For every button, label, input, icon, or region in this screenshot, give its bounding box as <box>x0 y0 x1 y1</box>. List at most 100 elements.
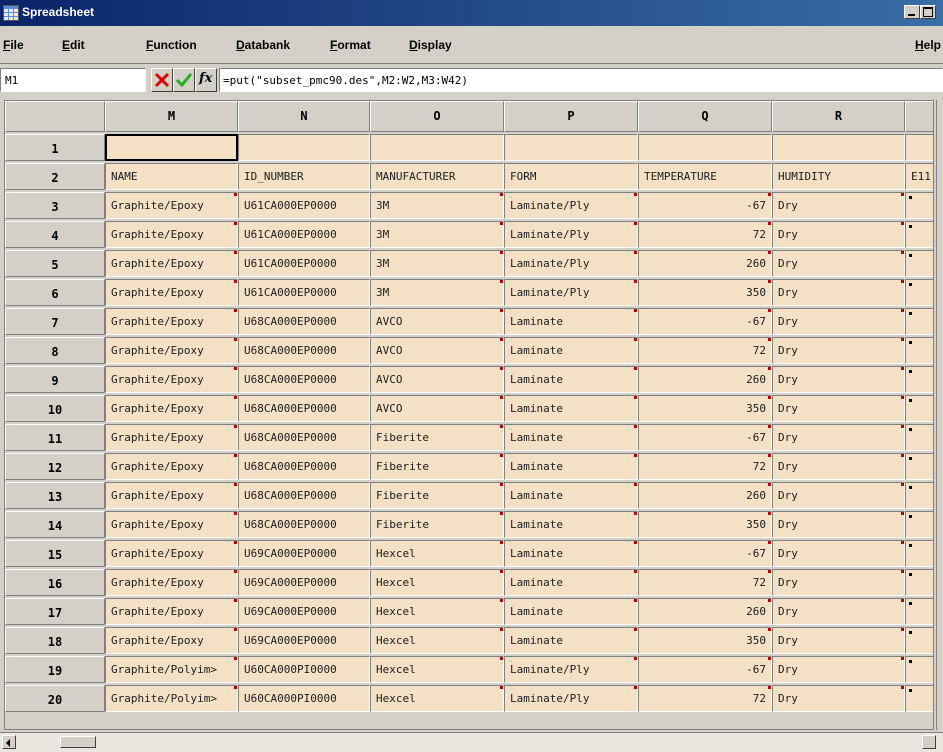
vertical-scrollbar[interactable] <box>936 100 943 730</box>
cell-m13[interactable]: Graphite/Epoxy <box>105 482 238 509</box>
row-header-6[interactable]: 6 <box>5 279 105 306</box>
column-header-n[interactable]: N <box>238 101 370 132</box>
row-header-18[interactable]: 18 <box>5 627 105 654</box>
cell-o4[interactable]: 3M <box>370 221 504 248</box>
cell-m8[interactable]: Graphite/Epoxy <box>105 337 238 364</box>
cell-m17[interactable]: Graphite/Epoxy <box>105 598 238 625</box>
cell-m7[interactable]: Graphite/Epoxy <box>105 308 238 335</box>
cell-p7[interactable]: Laminate <box>504 308 638 335</box>
row-header-20[interactable]: 20 <box>5 685 105 712</box>
row-header-9[interactable]: 9 <box>5 366 105 393</box>
cell-partial-4[interactable] <box>905 221 933 248</box>
cell-n16[interactable]: U69CA000EP0000 <box>238 569 370 596</box>
cell-p11[interactable]: Laminate <box>504 424 638 451</box>
cell-m1[interactable] <box>105 134 238 161</box>
cell-o1[interactable] <box>370 134 504 161</box>
row-header-16[interactable]: 16 <box>5 569 105 596</box>
cell-partial-18[interactable] <box>905 627 933 654</box>
cell-r16[interactable]: Dry <box>772 569 905 596</box>
cell-p2[interactable]: FORM <box>504 163 638 190</box>
cell-m2[interactable]: NAME <box>105 163 238 190</box>
cell-q3[interactable]: -67 <box>638 192 772 219</box>
cell-partial-19[interactable] <box>905 656 933 683</box>
cell-o9[interactable]: AVCO <box>370 366 504 393</box>
cell-r5[interactable]: Dry <box>772 250 905 277</box>
cell-o18[interactable]: Hexcel <box>370 627 504 654</box>
cell-partial-8[interactable] <box>905 337 933 364</box>
cell-r19[interactable]: Dry <box>772 656 905 683</box>
cell-n15[interactable]: U69CA000EP0000 <box>238 540 370 567</box>
cell-r6[interactable]: Dry <box>772 279 905 306</box>
cell-n20[interactable]: U60CA000PI0000 <box>238 685 370 712</box>
cell-r11[interactable]: Dry <box>772 424 905 451</box>
scroll-left-arrow-icon[interactable] <box>2 735 16 749</box>
cell-o17[interactable]: Hexcel <box>370 598 504 625</box>
cell-m16[interactable]: Graphite/Epoxy <box>105 569 238 596</box>
scroll-thumb[interactable] <box>60 736 96 748</box>
cell-q18[interactable]: 350 <box>638 627 772 654</box>
cell-q14[interactable]: 350 <box>638 511 772 538</box>
cell-n11[interactable]: U68CA000EP0000 <box>238 424 370 451</box>
row-header-1[interactable]: 1 <box>5 134 105 161</box>
cell-m9[interactable]: Graphite/Epoxy <box>105 366 238 393</box>
cell-r14[interactable]: Dry <box>772 511 905 538</box>
column-header-q[interactable]: Q <box>638 101 772 132</box>
column-header-r[interactable]: R <box>772 101 905 132</box>
cell-m4[interactable]: Graphite/Epoxy <box>105 221 238 248</box>
cell-o19[interactable]: Hexcel <box>370 656 504 683</box>
row-header-10[interactable]: 10 <box>5 395 105 422</box>
cancel-formula-button[interactable] <box>151 68 173 92</box>
cell-q19[interactable]: -67 <box>638 656 772 683</box>
cell-o20[interactable]: Hexcel <box>370 685 504 712</box>
cell-partial-15[interactable] <box>905 540 933 567</box>
cell-m19[interactable]: Graphite/Polyim> <box>105 656 238 683</box>
cell-partial-13[interactable] <box>905 482 933 509</box>
cell-m5[interactable]: Graphite/Epoxy <box>105 250 238 277</box>
accept-formula-button[interactable] <box>173 68 195 92</box>
column-header-partial[interactable] <box>905 101 933 132</box>
cell-partial-10[interactable] <box>905 395 933 422</box>
cell-o6[interactable]: 3M <box>370 279 504 306</box>
cell-n4[interactable]: U61CA000EP0000 <box>238 221 370 248</box>
row-header-4[interactable]: 4 <box>5 221 105 248</box>
cell-r15[interactable]: Dry <box>772 540 905 567</box>
formula-input[interactable]: =put("subset_pmc90.des",M2:W2,M3:W42) <box>219 68 943 92</box>
cell-p6[interactable]: Laminate/Ply <box>504 279 638 306</box>
cell-partial-11[interactable] <box>905 424 933 451</box>
cell-n12[interactable]: U68CA000EP0000 <box>238 453 370 480</box>
row-header-12[interactable]: 12 <box>5 453 105 480</box>
cell-m10[interactable]: Graphite/Epoxy <box>105 395 238 422</box>
cell-p9[interactable]: Laminate <box>504 366 638 393</box>
row-header-7[interactable]: 7 <box>5 308 105 335</box>
cell-q20[interactable]: 72 <box>638 685 772 712</box>
cell-partial-7[interactable] <box>905 308 933 335</box>
cell-q5[interactable]: 260 <box>638 250 772 277</box>
cell-p19[interactable]: Laminate/Ply <box>504 656 638 683</box>
cell-q11[interactable]: -67 <box>638 424 772 451</box>
cell-p1[interactable] <box>504 134 638 161</box>
cell-o5[interactable]: 3M <box>370 250 504 277</box>
menu-edit[interactable]: Edit <box>62 38 85 52</box>
menu-databank[interactable]: Databank <box>236 38 290 52</box>
cell-m3[interactable]: Graphite/Epoxy <box>105 192 238 219</box>
cell-p3[interactable]: Laminate/Ply <box>504 192 638 219</box>
cell-o14[interactable]: Fiberite <box>370 511 504 538</box>
cell-o10[interactable]: AVCO <box>370 395 504 422</box>
cell-q13[interactable]: 260 <box>638 482 772 509</box>
cell-o15[interactable]: Hexcel <box>370 540 504 567</box>
cell-q8[interactable]: 72 <box>638 337 772 364</box>
maximize-button[interactable] <box>920 5 936 19</box>
menu-format[interactable]: Format <box>330 38 371 52</box>
cell-q17[interactable]: 260 <box>638 598 772 625</box>
cell-q9[interactable]: 260 <box>638 366 772 393</box>
cell-p17[interactable]: Laminate <box>504 598 638 625</box>
cell-o11[interactable]: Fiberite <box>370 424 504 451</box>
row-header-8[interactable]: 8 <box>5 337 105 364</box>
cell-r18[interactable]: Dry <box>772 627 905 654</box>
cell-partial-12[interactable] <box>905 453 933 480</box>
cell-n13[interactable]: U68CA000EP0000 <box>238 482 370 509</box>
cell-partial-2[interactable]: E11 <box>905 163 933 190</box>
cell-o3[interactable]: 3M <box>370 192 504 219</box>
cell-r13[interactable]: Dry <box>772 482 905 509</box>
cell-partial-9[interactable] <box>905 366 933 393</box>
